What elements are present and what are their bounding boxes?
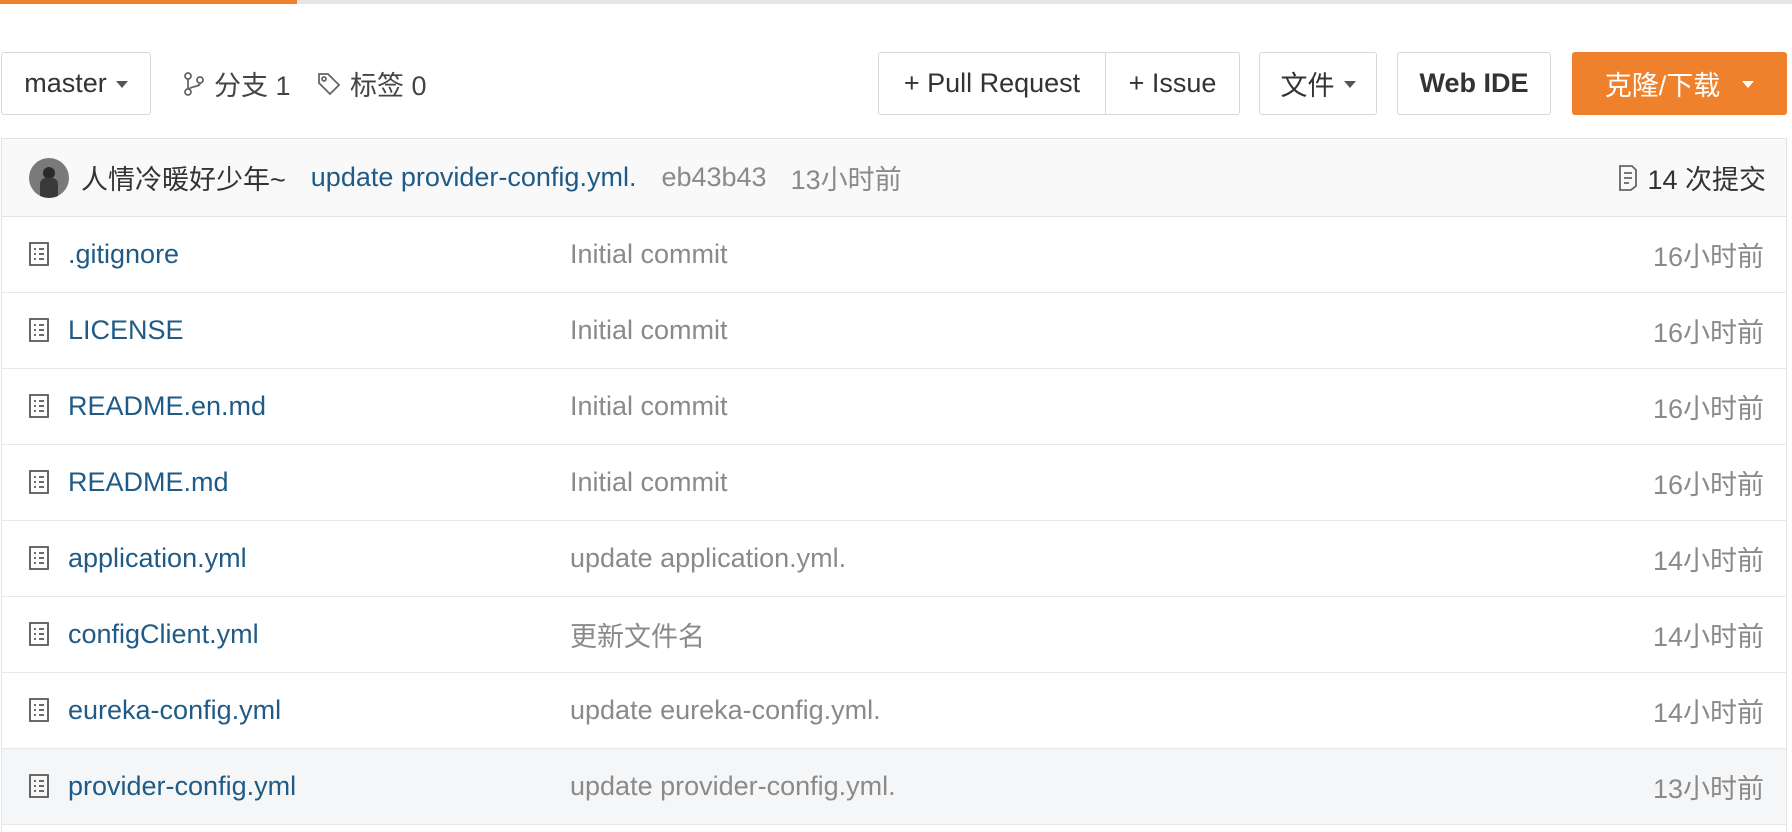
commit-count-link[interactable]: 14 次提交: [1617, 139, 1766, 216]
file-commit-message[interactable]: Initial commit: [570, 239, 728, 270]
file-commit-time: 16小时前: [1652, 394, 1764, 424]
file-commit-time: 14小时前: [1652, 698, 1764, 728]
file-commit-time: 16小时前: [1652, 242, 1764, 272]
create-button-group: + Pull Request + Issue: [878, 52, 1240, 115]
chevron-down-icon: [1742, 81, 1755, 88]
commit-hash[interactable]: eb43b43: [661, 162, 766, 193]
file-commit-message[interactable]: update provider-config.yml.: [570, 771, 896, 802]
file-menu-button[interactable]: 文件: [1259, 52, 1377, 115]
branches-label: 分支 1: [214, 71, 291, 101]
file-name-link[interactable]: LICENSE: [68, 315, 184, 346]
file-icon: [28, 773, 50, 804]
file-menu-label: 文件: [1280, 71, 1335, 101]
page-loading-bar-fill: [0, 0, 298, 4]
file-commit-time: 13小时前: [1652, 774, 1764, 804]
commit-time: 13小时前: [790, 165, 902, 195]
file-name-link[interactable]: README.en.md: [68, 391, 266, 422]
file-icon: [28, 545, 50, 576]
commit-count-label: 14 次提交: [1647, 165, 1766, 195]
chevron-down-icon: [115, 81, 128, 88]
table-row[interactable]: application.yml update application.yml. 14…: [2, 521, 1786, 597]
file-rows: .gitignore Initial commit 16小时前 LICENSE Init…: [2, 217, 1786, 825]
avatar[interactable]: [29, 157, 69, 198]
file-commit-message[interactable]: Initial commit: [570, 391, 728, 422]
branch-select-label: master: [24, 68, 107, 98]
file-icon: [28, 241, 50, 272]
file-commit-time: 14小时前: [1652, 622, 1764, 652]
clone-download-label: 克隆/下载: [1604, 71, 1721, 101]
commit-message-link[interactable]: update provider-config.yml.: [311, 162, 637, 193]
file-icon: [28, 317, 50, 348]
page-loading-bar: [0, 0, 1792, 4]
chevron-down-icon: [1343, 81, 1356, 88]
file-commit-message[interactable]: update application.yml.: [570, 543, 846, 574]
file-commit-message[interactable]: Initial commit: [570, 467, 728, 498]
repository-file-list: 人情冷暖好少年~ update provider-config.yml. eb4…: [1, 138, 1787, 832]
file-name-link[interactable]: configClient.yml: [68, 619, 259, 650]
file-name-link[interactable]: provider-config.yml: [68, 771, 296, 802]
file-commit-message[interactable]: update eureka-config.yml.: [570, 695, 881, 726]
file-icon: [28, 469, 50, 500]
web-ide-button[interactable]: Web IDE: [1397, 52, 1551, 115]
table-row[interactable]: .gitignore Initial commit 16小时前: [2, 217, 1786, 293]
file-name-link[interactable]: eureka-config.yml: [68, 695, 281, 726]
file-icon: [28, 697, 50, 728]
table-row[interactable]: README.md Initial commit 16小时前: [2, 445, 1786, 521]
commit-author[interactable]: 人情冷暖好少年~: [81, 158, 286, 197]
clone-download-button[interactable]: 克隆/下载: [1572, 52, 1787, 115]
file-name-link[interactable]: application.yml: [68, 543, 247, 574]
file-name-link[interactable]: .gitignore: [68, 239, 179, 270]
branch-select[interactable]: master: [1, 52, 151, 115]
file-commit-time: 16小时前: [1652, 470, 1764, 500]
branch-icon: [184, 71, 204, 96]
file-icon: [28, 621, 50, 652]
new-pull-request-button[interactable]: + Pull Request: [879, 53, 1106, 114]
commits-icon: [1619, 164, 1638, 191]
table-row[interactable]: configClient.yml 更新文件名 14小时前: [2, 597, 1786, 673]
file-commit-time: 14小时前: [1652, 546, 1764, 576]
table-row[interactable]: LICENSE Initial commit 16小时前: [2, 293, 1786, 369]
branches-link[interactable]: 分支 1: [182, 52, 291, 115]
latest-commit-bar: 人情冷暖好少年~ update provider-config.yml. eb4…: [2, 139, 1786, 217]
table-row[interactable]: provider-config.yml update provider-confi…: [2, 749, 1786, 825]
table-row[interactable]: README.en.md Initial commit 16小时前: [2, 369, 1786, 445]
file-icon: [28, 393, 50, 424]
file-commit-time: 16小时前: [1652, 318, 1764, 348]
tags-link[interactable]: 标签 0: [316, 52, 427, 115]
file-commit-message[interactable]: Initial commit: [570, 315, 728, 346]
new-issue-button[interactable]: + Issue: [1106, 53, 1239, 114]
table-row[interactable]: eureka-config.yml update eureka-config.ym…: [2, 673, 1786, 749]
tags-label: 标签 0: [350, 71, 427, 101]
repo-toolbar: master 分支 1 标签 0 + Pull Request + Issue …: [0, 52, 1792, 116]
tag-icon: [318, 72, 341, 95]
file-commit-message[interactable]: 更新文件名: [570, 615, 705, 654]
file-name-link[interactable]: README.md: [68, 467, 229, 498]
